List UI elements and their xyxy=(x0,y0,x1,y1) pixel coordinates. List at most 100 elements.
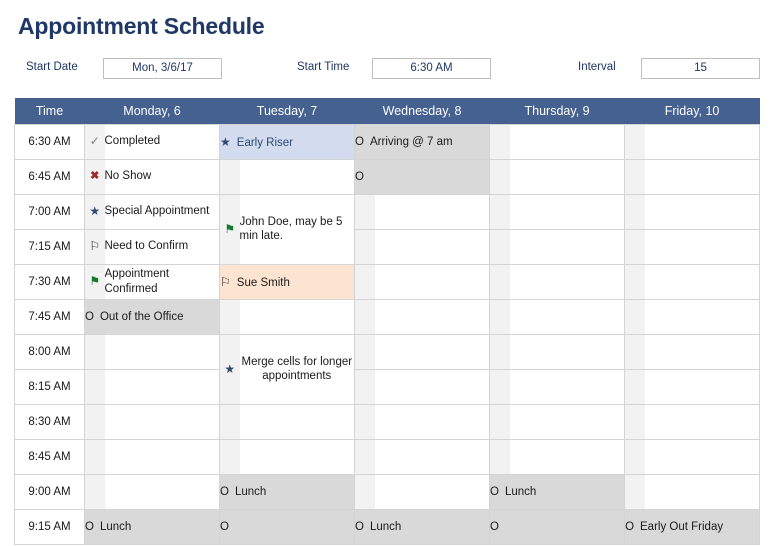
x-mark-icon[interactable]: ✖ xyxy=(84,158,105,195)
cell-tuesday-4[interactable]: ⚐ Sue Smith xyxy=(219,263,356,300)
cell-icon-wednesday-3[interactable] xyxy=(354,228,375,265)
cell-icon-friday-9[interactable] xyxy=(624,438,645,475)
cell-wednesday-0[interactable]: O Arriving @ 7 am xyxy=(354,123,491,160)
cell-thursday-10[interactable]: O Lunch xyxy=(489,473,626,510)
cell-wednesday-2[interactable] xyxy=(374,193,491,230)
cell-wednesday-1[interactable]: O xyxy=(354,158,491,195)
cell-monday-11[interactable]: O Lunch xyxy=(83,508,221,545)
cell-friday-4[interactable] xyxy=(644,263,761,300)
cell-icon-monday-10[interactable] xyxy=(84,473,105,510)
cell-friday-2[interactable] xyxy=(644,193,761,230)
cell-monday-7[interactable] xyxy=(104,368,221,405)
cell-wednesday-7[interactable] xyxy=(374,368,491,405)
cell-icon-wednesday-2[interactable] xyxy=(354,193,375,230)
cell-monday-3[interactable]: Need to Confirm xyxy=(104,228,221,265)
cell-wednesday-6[interactable] xyxy=(374,333,491,370)
cell-monday-2[interactable]: Special Appointment xyxy=(104,193,221,230)
cell-wednesday-11[interactable]: O Lunch xyxy=(354,508,491,545)
cell-friday-10[interactable] xyxy=(644,473,761,510)
cell-wednesday-10[interactable] xyxy=(374,473,491,510)
cell-tuesday-5[interactable] xyxy=(239,298,356,335)
cell-icon-friday-5[interactable] xyxy=(624,298,645,335)
cell-icon-thursday-4[interactable] xyxy=(489,263,510,300)
cell-tuesday-9[interactable] xyxy=(239,438,356,475)
cell-monday-4[interactable]: Appointment Confirmed xyxy=(104,263,221,300)
cell-icon-wednesday-10[interactable] xyxy=(354,473,375,510)
cell-friday-1[interactable] xyxy=(644,158,761,195)
cell-icon-tuesday-5[interactable] xyxy=(219,298,240,335)
flag-filled-icon[interactable]: ⚑ xyxy=(219,193,240,265)
cell-tuesday-10[interactable]: O Lunch xyxy=(219,473,356,510)
cell-icon-tuesday-9[interactable] xyxy=(219,438,240,475)
cell-monday-9[interactable] xyxy=(104,438,221,475)
cell-icon-thursday-6[interactable] xyxy=(489,333,510,370)
check-icon[interactable]: ✓ xyxy=(84,123,105,160)
cell-icon-friday-8[interactable] xyxy=(624,403,645,440)
cell-friday-11[interactable]: O Early Out Friday xyxy=(624,508,761,545)
cell-icon-friday-4[interactable] xyxy=(624,263,645,300)
cell-monday-5[interactable]: O Out of the Office xyxy=(83,298,221,335)
cell-icon-wednesday-8[interactable] xyxy=(354,403,375,440)
cell-thursday-11[interactable]: O xyxy=(489,508,626,545)
cell-icon-friday-6[interactable] xyxy=(624,333,645,370)
cell-icon-friday-7[interactable] xyxy=(624,368,645,405)
cell-icon-tuesday-8[interactable] xyxy=(219,403,240,440)
interval-input[interactable]: 15 xyxy=(641,58,760,79)
cell-wednesday-5[interactable] xyxy=(374,298,491,335)
cell-tuesday-1[interactable] xyxy=(239,158,356,195)
cell-friday-3[interactable] xyxy=(644,228,761,265)
flag-outline-icon[interactable]: ⚐ xyxy=(84,228,105,265)
start-time-input[interactable]: 6:30 AM xyxy=(372,58,491,79)
cell-icon-thursday-5[interactable] xyxy=(489,298,510,335)
cell-thursday-6[interactable] xyxy=(509,333,626,370)
cell-icon-wednesday-5[interactable] xyxy=(354,298,375,335)
cell-icon-friday-1[interactable] xyxy=(624,158,645,195)
cell-thursday-4[interactable] xyxy=(509,263,626,300)
cell-monday-0[interactable]: Completed xyxy=(104,123,221,160)
cell-icon-monday-6[interactable] xyxy=(84,333,105,370)
cell-icon-thursday-8[interactable] xyxy=(489,403,510,440)
cell-thursday-3[interactable] xyxy=(509,228,626,265)
cell-icon-wednesday-7[interactable] xyxy=(354,368,375,405)
cell-thursday-2[interactable] xyxy=(509,193,626,230)
cell-icon-wednesday-9[interactable] xyxy=(354,438,375,475)
cell-tuesday-11[interactable]: O xyxy=(219,508,356,545)
cell-icon-friday-0[interactable] xyxy=(624,123,645,160)
star-icon[interactable]: ★ xyxy=(84,193,105,230)
cell-icon-monday-8[interactable] xyxy=(84,403,105,440)
cell-thursday-1[interactable] xyxy=(509,158,626,195)
cell-thursday-5[interactable] xyxy=(509,298,626,335)
cell-monday-10[interactable] xyxy=(104,473,221,510)
cell-friday-7[interactable] xyxy=(644,368,761,405)
cell-icon-tuesday-1[interactable] xyxy=(219,158,240,195)
cell-icon-thursday-2[interactable] xyxy=(489,193,510,230)
cell-thursday-9[interactable] xyxy=(509,438,626,475)
cell-icon-friday-3[interactable] xyxy=(624,228,645,265)
cell-icon-wednesday-4[interactable] xyxy=(354,263,375,300)
cell-monday-6[interactable] xyxy=(104,333,221,370)
cell-friday-9[interactable] xyxy=(644,438,761,475)
start-date-input[interactable]: Mon, 3/6/17 xyxy=(103,58,222,79)
cell-icon-monday-7[interactable] xyxy=(84,368,105,405)
cell-icon-friday-2[interactable] xyxy=(624,193,645,230)
cell-friday-5[interactable] xyxy=(644,298,761,335)
cell-icon-friday-10[interactable] xyxy=(624,473,645,510)
cell-thursday-7[interactable] xyxy=(509,368,626,405)
cell-icon-thursday-9[interactable] xyxy=(489,438,510,475)
cell-friday-0[interactable] xyxy=(644,123,761,160)
cell-icon-monday-9[interactable] xyxy=(84,438,105,475)
cell-icon-thursday-1[interactable] xyxy=(489,158,510,195)
cell-friday-8[interactable] xyxy=(644,403,761,440)
cell-monday-1[interactable]: No Show xyxy=(104,158,221,195)
star-icon[interactable]: ★ xyxy=(219,333,240,405)
cell-wednesday-4[interactable] xyxy=(374,263,491,300)
cell-monday-8[interactable] xyxy=(104,403,221,440)
cell-thursday-8[interactable] xyxy=(509,403,626,440)
cell-friday-6[interactable] xyxy=(644,333,761,370)
flag-filled-icon[interactable]: ⚑ xyxy=(84,263,105,300)
cell-icon-wednesday-6[interactable] xyxy=(354,333,375,370)
cell-tuesday-6[interactable]: Merge cells for longer appointments xyxy=(239,333,356,405)
cell-tuesday-8[interactable] xyxy=(239,403,356,440)
cell-icon-thursday-7[interactable] xyxy=(489,368,510,405)
cell-tuesday-0[interactable]: ★ Early Riser xyxy=(219,123,356,160)
